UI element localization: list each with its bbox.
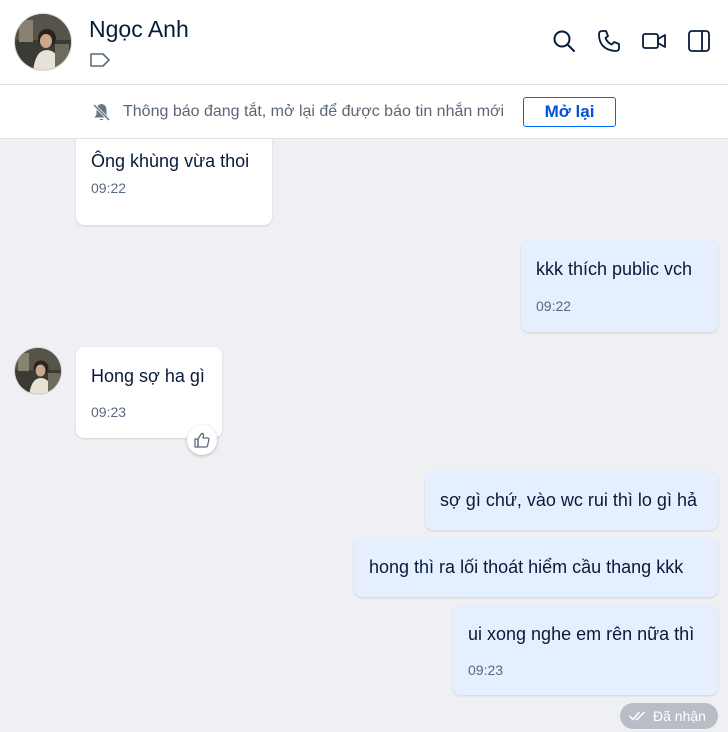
outgoing-message-bubble[interactable]: kkk thích public vch 09:22 [521, 240, 718, 332]
bell-off-icon [92, 103, 111, 122]
reopen-notifications-button[interactable]: Mở lại [523, 97, 616, 127]
phone-icon[interactable] [596, 28, 622, 54]
chat-header: Ngọc Anh [0, 0, 728, 85]
thumbs-up-icon [194, 432, 210, 448]
sidebar-toggle-icon[interactable] [686, 28, 712, 54]
message-text: sợ gì chứ, vào wc rui thì lo gì hả [440, 490, 697, 510]
message-time: 09:22 [536, 298, 572, 314]
search-icon[interactable] [551, 28, 577, 54]
message-time: 09:22 [91, 180, 127, 196]
delivery-status-badge: Đã nhận [620, 703, 718, 729]
tag-icon[interactable] [89, 52, 111, 68]
contact-name: Ngọc Anh [89, 16, 189, 42]
reaction-button[interactable] [187, 425, 217, 455]
contact-avatar[interactable] [14, 13, 72, 71]
message-time: 09:23 [91, 404, 127, 420]
message-time: 09:23 [468, 662, 504, 678]
message-text: kkk thích public vch [536, 259, 693, 279]
video-call-icon[interactable] [641, 28, 667, 54]
message-text: Ông khùng vừa thoi [91, 151, 250, 171]
outgoing-message-bubble[interactable]: sợ gì chứ, vào wc rui thì lo gì hả [425, 471, 718, 530]
double-check-icon [629, 711, 645, 721]
incoming-message-bubble[interactable]: Ông khùng vừa thoi 09:22 [76, 139, 272, 225]
notification-banner: Thông báo đang tắt, mở lại để được báo t… [0, 85, 728, 139]
delivery-status-text: Đã nhận [653, 708, 706, 724]
outgoing-message-bubble[interactable]: ui xong nghe em rên nữa thì 09:23 [453, 605, 718, 695]
message-text: hong thì ra lối thoát hiểm cầu thang kkk [369, 557, 684, 577]
outgoing-message-bubble[interactable]: hong thì ra lối thoát hiểm cầu thang kkk [354, 538, 718, 597]
banner-text: Thông báo đang tắt, mở lại để được báo t… [123, 103, 505, 120]
message-text: Hong sợ ha gì [91, 366, 205, 386]
message-list[interactable]: Ông khùng vừa thoi 09:22 kkk thích publi… [0, 139, 728, 732]
message-text: ui xong nghe em rên nữa thì [468, 624, 695, 644]
sender-avatar[interactable] [14, 347, 62, 395]
